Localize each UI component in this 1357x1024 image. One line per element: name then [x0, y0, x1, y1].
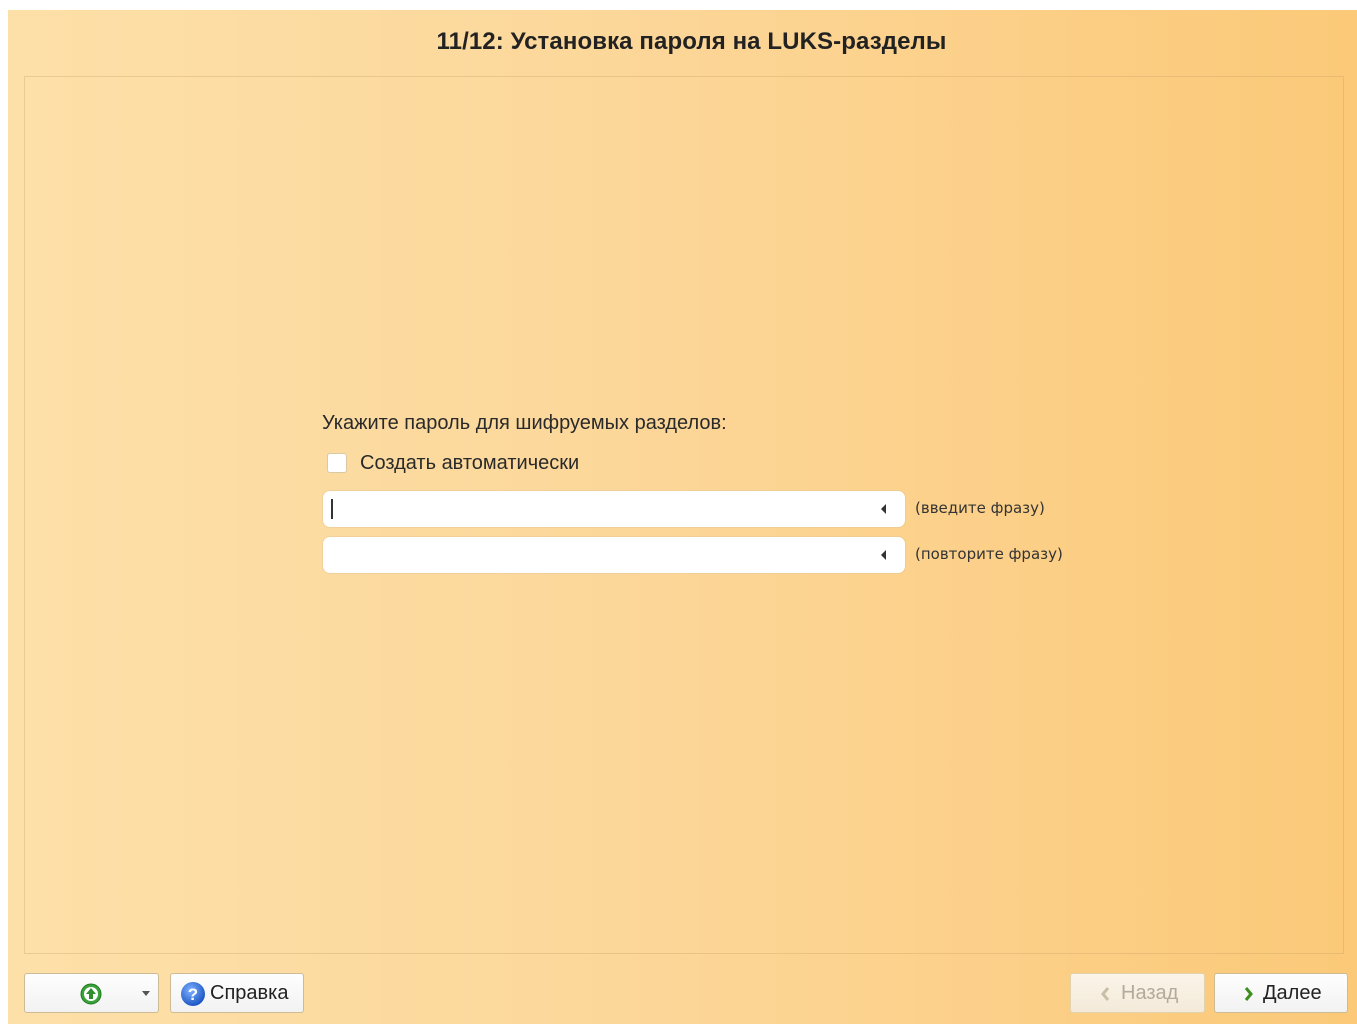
back-button[interactable]: Назад [1070, 973, 1205, 1013]
passphrase-field[interactable] [323, 491, 905, 527]
installer-menu-button[interactable] [24, 973, 159, 1013]
text-caret [331, 499, 333, 519]
clear-field-icon[interactable] [878, 549, 890, 561]
passphrase-hint: (введите фразу) [915, 499, 1045, 517]
back-button-label: Назад [1121, 982, 1179, 1004]
question-mark-icon: ? [181, 982, 205, 1006]
passphrase-repeat-input[interactable] [329, 537, 869, 573]
passphrase-repeat-hint: (повторите фразу) [915, 545, 1063, 563]
auto-create-checkbox-row[interactable]: Создать автоматически [327, 450, 579, 476]
next-button[interactable]: Далее [1214, 973, 1348, 1013]
password-prompt-label: Укажите пароль для шифруемых разделов: [322, 412, 727, 434]
chevron-left-icon [1101, 987, 1110, 1001]
chevron-right-icon [1244, 987, 1253, 1001]
green-up-arrow-icon [80, 983, 102, 1005]
next-button-label: Далее [1263, 982, 1322, 1004]
dropdown-arrow-icon[interactable] [142, 991, 150, 997]
installer-window: 11/12: Установка пароля на LUKS-разделы … [8, 10, 1357, 1024]
page-title: 11/12: Установка пароля на LUKS-разделы [436, 28, 947, 55]
help-button[interactable]: ? Справка [170, 973, 304, 1013]
help-button-label: Справка [210, 982, 289, 1004]
svg-text:?: ? [188, 985, 198, 1004]
passphrase-repeat-field[interactable] [323, 537, 905, 573]
auto-create-checkbox-label[interactable]: Создать автоматически [360, 452, 579, 475]
clear-field-icon[interactable] [878, 503, 890, 515]
auto-create-checkbox[interactable] [327, 453, 347, 473]
passphrase-input[interactable] [329, 491, 869, 527]
